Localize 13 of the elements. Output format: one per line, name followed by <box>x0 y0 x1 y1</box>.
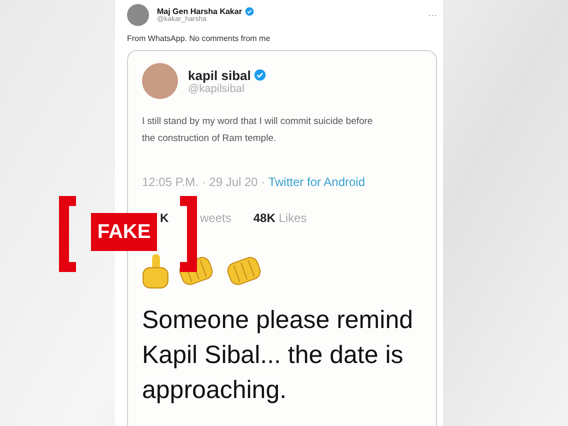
author-name: kapil sibal <box>188 68 251 82</box>
tweet-stat: K weets <box>160 211 232 225</box>
tweet-stat: 48K Likes <box>253 211 307 225</box>
tweet-text: I still stand by my word that I will commit suicide before the construction of Ram temple. <box>142 115 374 146</box>
author-name[interactable]: Maj Gen Harsha Kakar <box>157 7 242 16</box>
post-text: From WhatsApp. No comments from me <box>127 34 272 43</box>
tweet-time: 12:05 P.M. · 29 Jul 20 · Twitter for Android <box>142 175 366 189</box>
author-handle: @kapilsibal <box>188 82 246 94</box>
more-menu[interactable]: ··· <box>428 10 437 20</box>
pointing-hand-icon <box>142 253 169 289</box>
avatar <box>142 63 178 99</box>
caption-text: Someone please remind Kapil Sibal... the date is approaching. <box>142 305 414 406</box>
avatar[interactable] <box>127 4 149 26</box>
